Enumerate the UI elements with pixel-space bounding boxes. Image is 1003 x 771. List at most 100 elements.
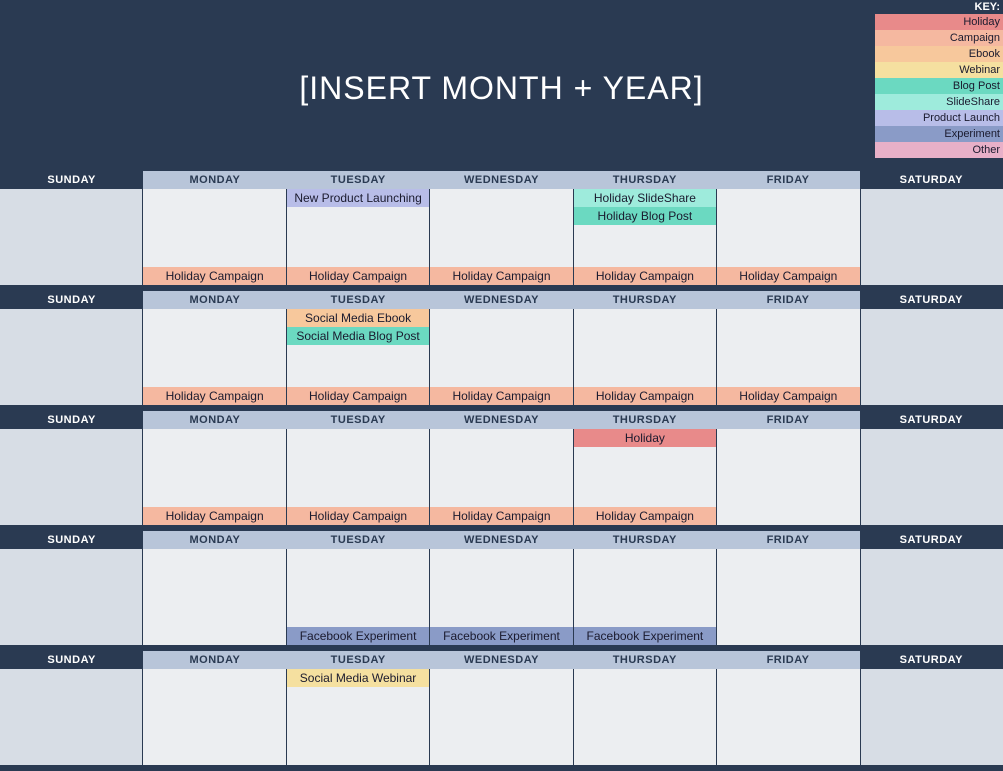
day-cell[interactable]: Holiday Campaign <box>143 189 286 285</box>
day-cell[interactable]: Facebook Experiment <box>574 549 717 645</box>
calendar-event[interactable]: Holiday Campaign <box>574 507 716 525</box>
cell-top-events: Social Media Webinar <box>287 669 429 687</box>
cell-top-events: Holiday <box>574 429 716 447</box>
day-cell[interactable]: Holiday Campaign <box>717 189 860 285</box>
calendar-event[interactable]: Holiday Campaign <box>574 267 716 285</box>
day-cell[interactable] <box>0 309 143 405</box>
calendar: SUNDAYMONDAYTUESDAYWEDNESDAYTHURSDAYFRID… <box>0 165 1003 771</box>
calendar-event[interactable]: Holiday Blog Post <box>574 207 716 225</box>
weekday-header: SUNDAY <box>0 651 143 669</box>
weekday-header: MONDAY <box>143 171 286 189</box>
calendar-event[interactable]: Holiday Campaign <box>574 387 716 405</box>
weekday-header-row: SUNDAYMONDAYTUESDAYWEDNESDAYTHURSDAYFRID… <box>0 411 1003 429</box>
legend: KEY: HolidayCampaignEbookWebinarBlog Pos… <box>875 0 1003 158</box>
calendar-event[interactable]: Holiday Campaign <box>287 267 429 285</box>
day-cell[interactable] <box>0 189 143 285</box>
calendar-event[interactable]: Facebook Experiment <box>574 627 716 645</box>
weekday-header: WEDNESDAY <box>430 531 573 549</box>
day-cell[interactable]: Holiday Campaign <box>430 189 573 285</box>
day-cell[interactable]: Holiday Campaign <box>574 309 717 405</box>
day-cell[interactable] <box>143 669 286 765</box>
day-cell[interactable] <box>717 429 860 525</box>
weekday-header: MONDAY <box>143 411 286 429</box>
cell-bottom-events: Holiday Campaign <box>287 507 429 525</box>
calendar-event[interactable]: Holiday SlideShare <box>574 189 716 207</box>
weekday-header: TUESDAY <box>287 411 430 429</box>
day-cell[interactable] <box>861 429 1003 525</box>
row-spacer <box>0 765 1003 771</box>
legend-item: Other <box>875 142 1003 158</box>
calendar-event[interactable]: New Product Launching <box>287 189 429 207</box>
day-cell[interactable]: Holiday Campaign <box>143 429 286 525</box>
calendar-event[interactable]: Holiday Campaign <box>430 387 572 405</box>
day-cell[interactable] <box>717 549 860 645</box>
cell-bottom-events: Holiday Campaign <box>287 387 429 405</box>
day-cell[interactable]: Holiday Campaign <box>143 309 286 405</box>
calendar-event[interactable]: Holiday Campaign <box>287 507 429 525</box>
weekday-header: THURSDAY <box>573 291 716 309</box>
day-cell[interactable] <box>861 189 1003 285</box>
calendar-event[interactable]: Holiday Campaign <box>143 507 285 525</box>
weekday-header-row: SUNDAYMONDAYTUESDAYWEDNESDAYTHURSDAYFRID… <box>0 291 1003 309</box>
cell-bottom-events: Holiday Campaign <box>143 267 285 285</box>
calendar-event[interactable]: Facebook Experiment <box>430 627 572 645</box>
day-cell[interactable] <box>861 309 1003 405</box>
calendar-event[interactable]: Holiday <box>574 429 716 447</box>
weekday-header: THURSDAY <box>573 171 716 189</box>
legend-item: Product Launch <box>875 110 1003 126</box>
day-cell[interactable] <box>143 549 286 645</box>
weekday-header: WEDNESDAY <box>430 291 573 309</box>
week-row: Facebook ExperimentFacebook ExperimentFa… <box>0 549 1003 645</box>
calendar-event[interactable]: Holiday Campaign <box>717 267 859 285</box>
weekday-header: MONDAY <box>143 291 286 309</box>
day-cell[interactable]: Social Media EbookSocial Media Blog Post… <box>287 309 430 405</box>
day-cell[interactable]: Holiday Campaign <box>430 429 573 525</box>
legend-item: Ebook <box>875 46 1003 62</box>
cell-top-events: Social Media EbookSocial Media Blog Post <box>287 309 429 345</box>
day-cell[interactable]: Holiday Holiday Campaign <box>574 429 717 525</box>
weekday-header: TUESDAY <box>287 531 430 549</box>
day-cell[interactable] <box>0 429 143 525</box>
weekday-header: WEDNESDAY <box>430 651 573 669</box>
cell-bottom-events: Holiday Campaign <box>430 387 572 405</box>
day-cell[interactable] <box>717 669 860 765</box>
day-cell[interactable]: Social Media Webinar <box>287 669 430 765</box>
calendar-event[interactable]: Holiday Campaign <box>287 387 429 405</box>
day-cell[interactable]: New Product Launching Holiday Campaign <box>287 189 430 285</box>
weekday-header: THURSDAY <box>573 411 716 429</box>
calendar-event[interactable]: Holiday Campaign <box>143 267 285 285</box>
calendar-event[interactable]: Social Media Webinar <box>287 669 429 687</box>
calendar-event[interactable]: Facebook Experiment <box>287 627 429 645</box>
day-cell[interactable] <box>861 669 1003 765</box>
weekday-header: FRIDAY <box>716 291 859 309</box>
day-cell[interactable]: Holiday SlideShareHoliday Blog Post Holid… <box>574 189 717 285</box>
day-cell[interactable]: Holiday Campaign <box>430 309 573 405</box>
day-cell[interactable]: Holiday Campaign <box>287 429 430 525</box>
day-cell[interactable] <box>0 549 143 645</box>
week-row: Holiday CampaignSocial Media EbookSocial… <box>0 309 1003 405</box>
day-cell[interactable] <box>0 669 143 765</box>
day-cell[interactable]: Facebook Experiment <box>287 549 430 645</box>
weekday-header: TUESDAY <box>287 291 430 309</box>
weekday-header: SUNDAY <box>0 171 143 189</box>
day-cell[interactable]: Holiday Campaign <box>717 309 860 405</box>
calendar-event[interactable]: Holiday Campaign <box>430 267 572 285</box>
weekday-header: SATURDAY <box>860 411 1003 429</box>
day-cell[interactable] <box>430 669 573 765</box>
day-cell[interactable]: Facebook Experiment <box>430 549 573 645</box>
cell-bottom-events: Facebook Experiment <box>287 627 429 645</box>
calendar-event[interactable]: Holiday Campaign <box>430 507 572 525</box>
legend-item: Webinar <box>875 62 1003 78</box>
weekday-header: WEDNESDAY <box>430 411 573 429</box>
cell-bottom-events: Facebook Experiment <box>574 627 716 645</box>
calendar-event[interactable]: Holiday Campaign <box>143 387 285 405</box>
day-cell[interactable] <box>574 669 717 765</box>
weekday-header: TUESDAY <box>287 171 430 189</box>
day-cell[interactable] <box>861 549 1003 645</box>
cell-bottom-events: Facebook Experiment <box>430 627 572 645</box>
calendar-event[interactable]: Social Media Blog Post <box>287 327 429 345</box>
weekday-header: TUESDAY <box>287 651 430 669</box>
cell-bottom-events: Holiday Campaign <box>287 267 429 285</box>
calendar-event[interactable]: Holiday Campaign <box>717 387 859 405</box>
calendar-event[interactable]: Social Media Ebook <box>287 309 429 327</box>
